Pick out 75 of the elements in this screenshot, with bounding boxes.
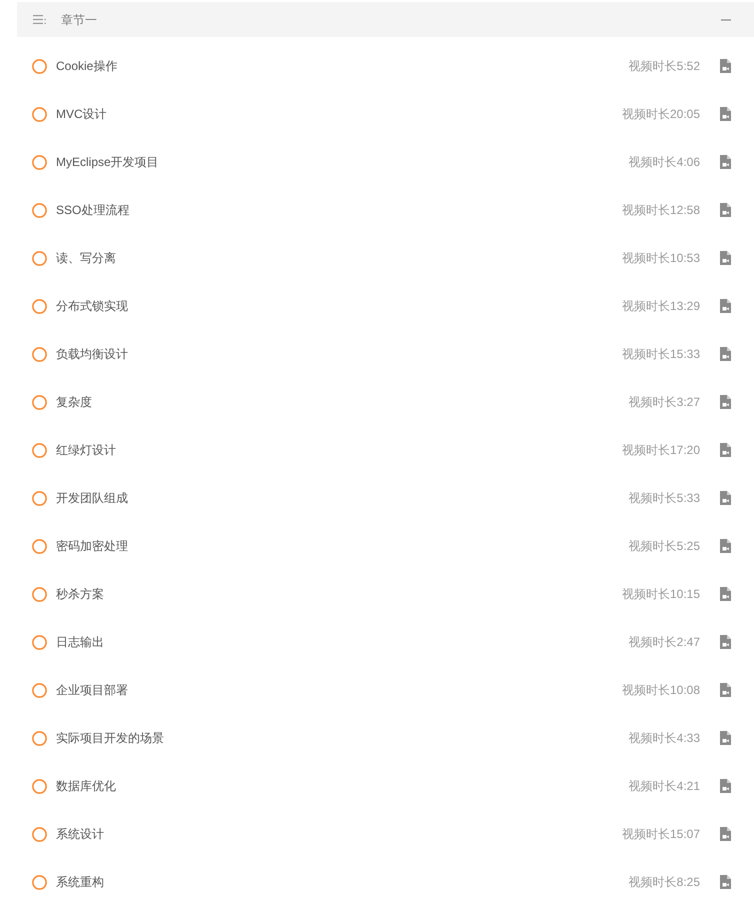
circle-icon — [32, 202, 47, 218]
video-duration: 视频时长5:52 — [628, 58, 700, 75]
lesson-title[interactable]: 系统设计 — [56, 825, 104, 843]
circle-icon — [32, 874, 47, 890]
video-file-icon[interactable] — [720, 731, 731, 745]
video-duration: 视频时长20:05 — [622, 106, 700, 123]
video-duration: 视频时长13:29 — [622, 298, 700, 315]
video-file-icon[interactable] — [720, 587, 731, 601]
lesson-title[interactable]: 数据库优化 — [56, 777, 116, 795]
circle-icon — [32, 538, 47, 554]
video-duration: 视频时长3:27 — [628, 394, 700, 411]
video-file-icon[interactable] — [720, 251, 731, 265]
circle-icon — [32, 298, 47, 314]
circle-icon — [32, 58, 47, 74]
lesson-title[interactable]: 读、写分离 — [56, 249, 116, 267]
video-file-icon[interactable] — [720, 779, 731, 793]
chapter-title: 章节一 — [61, 12, 97, 28]
lesson-title[interactable]: 秒杀方案 — [56, 585, 104, 603]
circle-icon — [32, 154, 47, 170]
video-duration: 视频时长5:33 — [628, 490, 700, 507]
video-duration: 视频时长8:25 — [628, 874, 700, 891]
circle-icon — [32, 490, 47, 506]
video-file-icon[interactable] — [720, 203, 731, 217]
video-file-icon[interactable] — [720, 347, 731, 361]
lesson-title[interactable]: 实际项目开发的场景 — [56, 729, 164, 747]
circle-icon — [32, 682, 47, 698]
video-duration: 视频时长15:07 — [622, 826, 700, 843]
video-file-icon[interactable] — [720, 395, 731, 409]
video-duration: 视频时长4:21 — [628, 778, 700, 795]
lesson-title[interactable]: Cookie操作 — [56, 57, 118, 75]
lesson-title[interactable]: 开发团队组成 — [56, 489, 128, 507]
lesson-title[interactable]: SSO处理流程 — [56, 201, 130, 219]
video-file-icon[interactable] — [720, 107, 731, 121]
video-file-icon[interactable] — [720, 59, 731, 73]
video-file-icon[interactable] — [720, 827, 731, 841]
lesson-title[interactable]: 日志输出 — [56, 633, 104, 651]
circle-icon — [32, 826, 47, 842]
video-file-icon[interactable] — [720, 875, 731, 889]
lesson-title[interactable]: 复杂度 — [56, 393, 92, 411]
lesson-title[interactable]: MVC设计 — [56, 105, 107, 123]
video-file-icon[interactable] — [720, 635, 731, 649]
video-file-icon[interactable] — [720, 443, 731, 457]
list-icon — [33, 15, 46, 24]
chapter-header[interactable]: 章节一 — [17, 2, 754, 37]
video-duration: 视频时长15:33 — [622, 346, 700, 363]
circle-icon — [32, 730, 47, 746]
video-duration: 视频时长10:08 — [622, 682, 700, 699]
video-duration: 视频时长2:47 — [628, 634, 700, 651]
video-file-icon[interactable] — [720, 299, 731, 313]
circle-icon — [32, 250, 47, 266]
circle-icon — [32, 106, 47, 122]
circle-icon — [32, 778, 47, 794]
video-file-icon[interactable] — [720, 539, 731, 553]
circle-icon — [32, 346, 47, 362]
lesson-title[interactable]: 红绿灯设计 — [56, 441, 116, 459]
video-duration: 视频时长5:25 — [628, 538, 700, 555]
lesson-title[interactable]: MyEclipse开发项目 — [56, 153, 159, 171]
lesson-title[interactable]: 密码加密处理 — [56, 537, 128, 555]
circle-icon — [32, 394, 47, 410]
video-file-icon[interactable] — [720, 491, 731, 505]
circle-icon — [32, 586, 47, 602]
video-duration: 视频时长17:20 — [622, 442, 700, 459]
circle-icon — [32, 442, 47, 458]
lesson-title[interactable]: 系统重构 — [56, 873, 104, 891]
video-duration: 视频时长10:15 — [622, 586, 700, 603]
circle-icon — [32, 634, 47, 650]
video-duration: 视频时长4:33 — [628, 730, 700, 747]
video-duration: 视频时长12:58 — [622, 202, 700, 219]
lesson-title[interactable]: 分布式锁实现 — [56, 297, 128, 315]
video-file-icon[interactable] — [720, 683, 731, 697]
video-duration: 视频时长4:06 — [628, 154, 700, 171]
lesson-title[interactable]: 负载均衡设计 — [56, 345, 128, 363]
lesson-title[interactable]: 企业项目部署 — [56, 681, 128, 699]
video-file-icon[interactable] — [720, 155, 731, 169]
video-duration: 视频时长10:53 — [622, 250, 700, 267]
